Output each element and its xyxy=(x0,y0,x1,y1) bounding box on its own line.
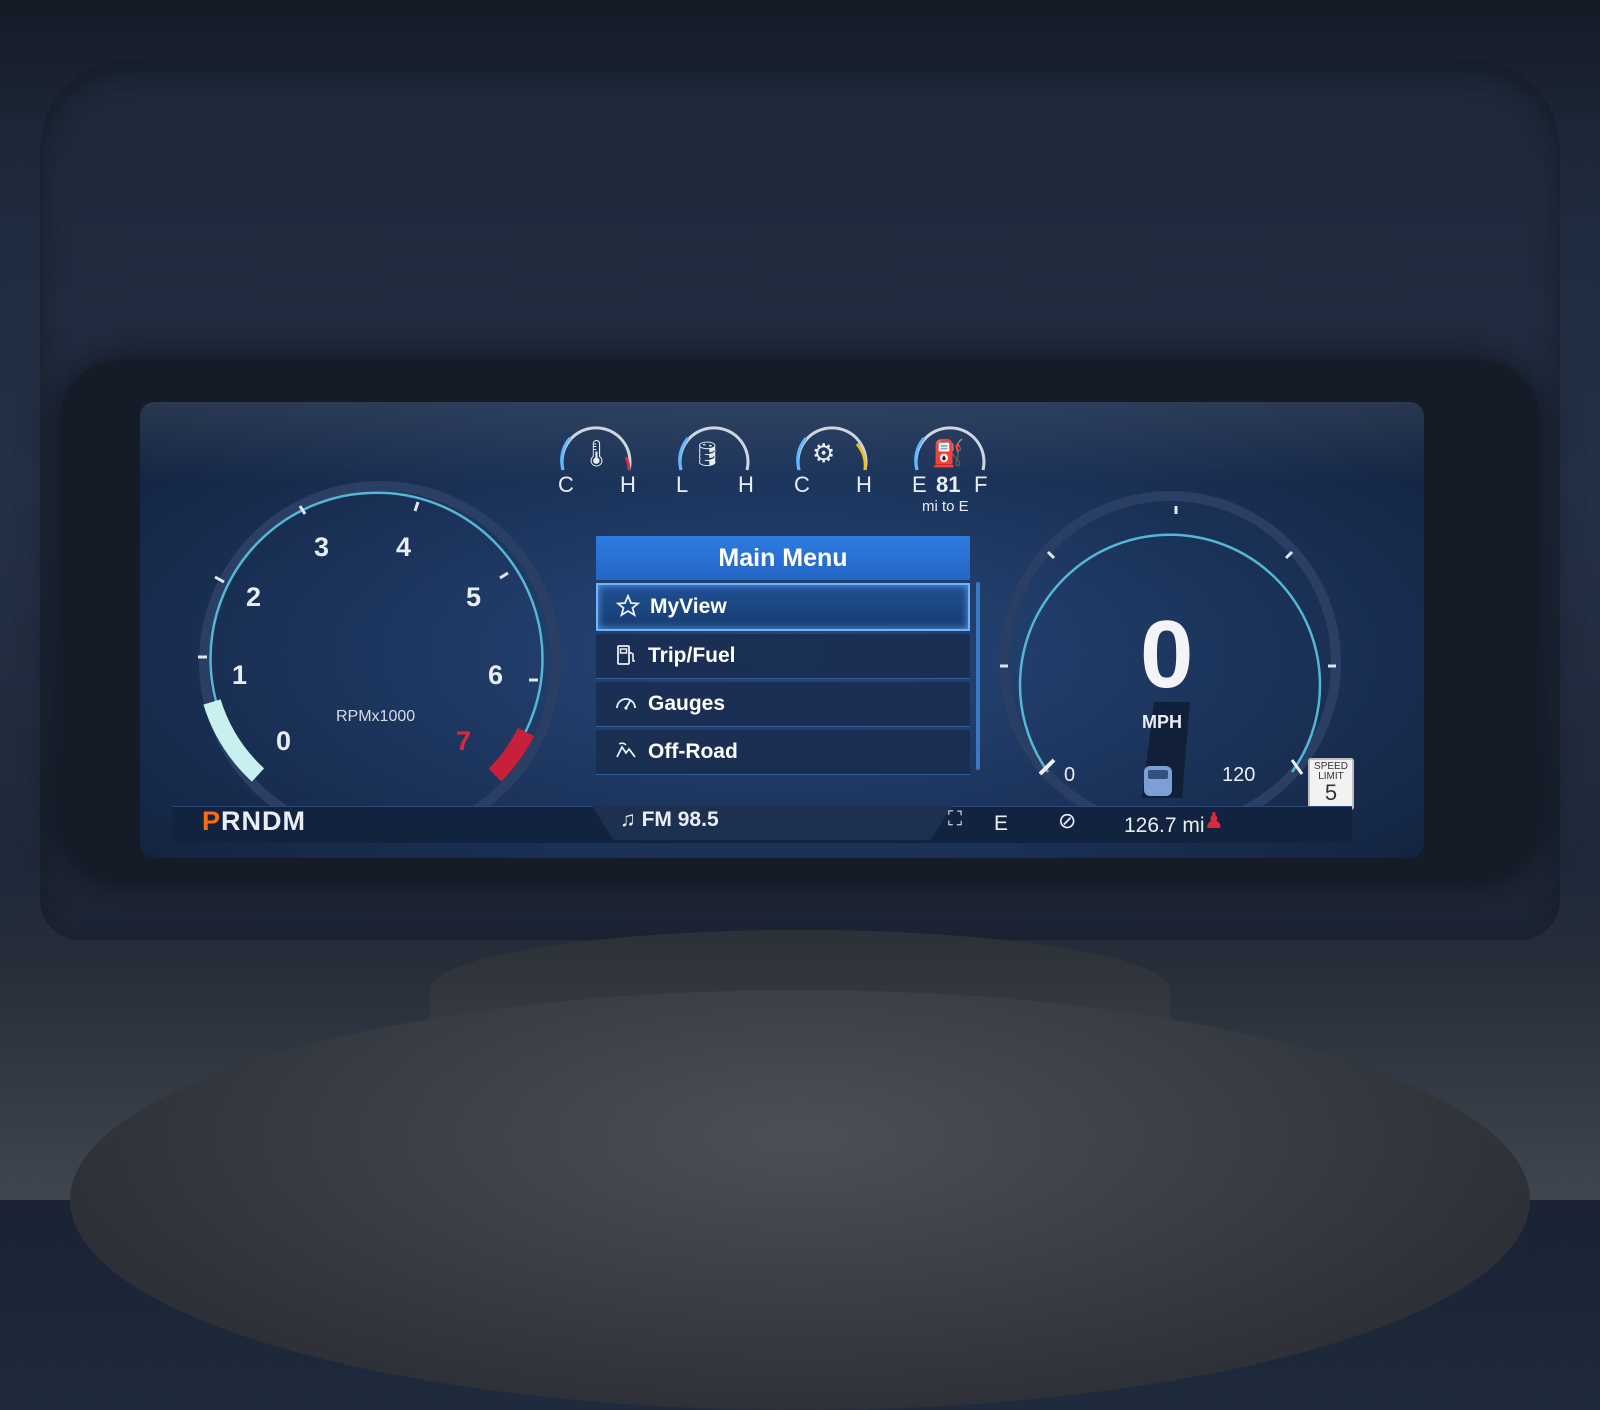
coolant-cold-label: C xyxy=(558,472,574,497)
tach-tick-4: 4 xyxy=(396,532,412,562)
speed-limit-value: 5 xyxy=(1324,780,1338,805)
speed-min-label: 0 xyxy=(1064,764,1076,786)
trans-cold-label: C xyxy=(794,472,810,497)
main-menu: Main Menu MyView Trip/Fuel Gauges Off-Ro… xyxy=(596,536,970,775)
oil-pressure-gauge: 🛢 L H xyxy=(664,416,764,516)
tach-tick-5: 5 xyxy=(466,582,482,612)
menu-item-trip-fuel[interactable]: Trip/Fuel xyxy=(596,634,970,679)
trans-hot-label: H xyxy=(856,472,872,497)
traction-control-off-icon: ⊘ xyxy=(1058,808,1077,833)
gear-rest: RNDM xyxy=(221,806,307,836)
oil-pressure-icon: 🛢 xyxy=(692,441,723,468)
tach-tick-3: 3 xyxy=(314,532,330,562)
speed-max-label: 120 xyxy=(1222,764,1256,786)
transmission-temp-gauge: ⚙ C H xyxy=(782,416,882,516)
tach-tick-6: 6 xyxy=(488,660,504,690)
menu-item-label: Trip/Fuel xyxy=(648,644,736,667)
fuel-empty-label: E xyxy=(912,472,927,497)
fuel-gauge: ⛽ E 81 F mi to E xyxy=(900,416,1000,516)
star-icon xyxy=(615,593,642,620)
speed-value: 0 xyxy=(1140,601,1194,708)
tach-tick-0: 0 xyxy=(276,726,292,756)
menu-item-gauges[interactable]: Gauges xyxy=(596,682,970,727)
odometer: 126.7 mi xyxy=(1124,814,1205,837)
menu-item-off-road[interactable]: Off-Road xyxy=(596,730,970,775)
fuel-range-unit: mi to E xyxy=(922,498,969,515)
oil-low-label: L xyxy=(676,472,689,497)
lane-assist-icon: ⛶ xyxy=(948,808,962,830)
coolant-temp-gauge: 🌡 C H xyxy=(546,416,646,516)
menu-item-label: MyView xyxy=(650,595,727,618)
menu-item-label: Off-Road xyxy=(648,740,738,763)
rpm-unit-label: RPMx1000 xyxy=(336,708,416,725)
transmission-temp-icon: ⚙ xyxy=(812,438,836,468)
compass-heading: E xyxy=(994,812,1009,835)
radio-station: ♫ FM 98.5 xyxy=(620,808,719,832)
instrument-cluster-screen: 🌡 C H 🛢 L H ⚙ C H ⛽ E 81 F mi to E 0 1 2… xyxy=(140,402,1424,858)
fuel-range-value: 81 xyxy=(936,472,961,497)
speed-limit-sign: SPEED LIMIT 5 xyxy=(1308,758,1354,810)
oil-high-label: H xyxy=(738,472,754,497)
gauge-icon xyxy=(614,691,640,717)
music-note-icon: ♫ xyxy=(620,808,636,831)
fuel-full-label: F xyxy=(974,472,988,497)
gear-selector-indicator: PRNDM xyxy=(202,806,306,837)
speed-limit-title: SPEED LIMIT xyxy=(1314,761,1348,782)
coolant-hot-label: H xyxy=(620,472,636,497)
menu-item-label: Gauges xyxy=(648,692,726,715)
tach-tick-2: 2 xyxy=(246,582,262,612)
menu-item-myview[interactable]: MyView xyxy=(596,583,970,631)
off-road-icon xyxy=(614,739,640,765)
menu-scrollbar[interactable] xyxy=(976,582,980,770)
steering-wheel xyxy=(70,990,1530,1410)
gear-active: P xyxy=(202,806,222,836)
fuel-gauge-icon: ⛽ xyxy=(932,438,965,468)
tach-tick-7: 7 xyxy=(456,726,472,756)
tach-tick-1: 1 xyxy=(232,660,248,690)
seatbelt-warning-icon: ♟ xyxy=(1204,808,1224,833)
radio-station-label: FM 98.5 xyxy=(641,808,719,831)
main-menu-title: Main Menu xyxy=(596,536,970,580)
speed-unit: MPH xyxy=(1142,712,1182,732)
fuel-pump-icon xyxy=(614,643,640,669)
coolant-temp-icon: 🌡 xyxy=(580,438,614,468)
